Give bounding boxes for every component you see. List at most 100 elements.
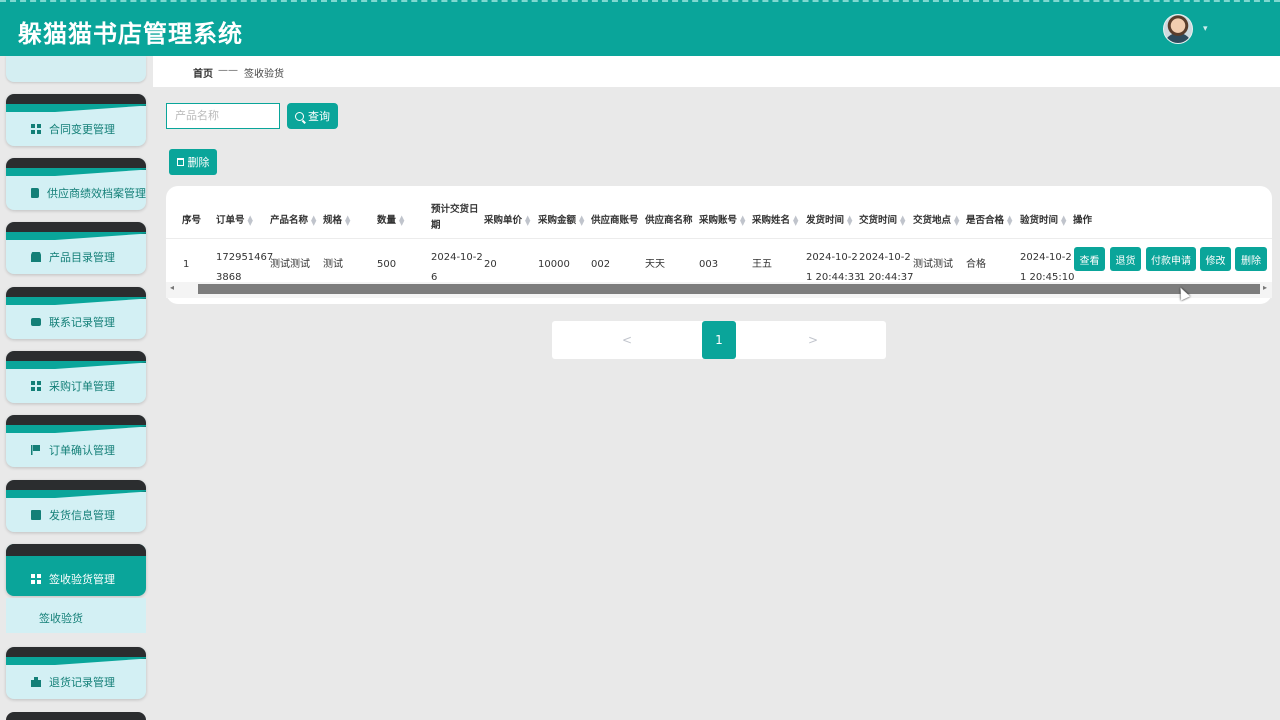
cell-purchase-account: 003 [699,259,719,270]
pagination: < 1 > [552,321,886,359]
sidebar-item-return-records[interactable]: 退货记录管理 [6,647,146,699]
page-number-active[interactable]: 1 [702,321,736,359]
sort-icon: ▲ ▼ [399,213,405,227]
user-avatar[interactable] [1163,14,1193,44]
sort-icon: ▲ ▼ [847,213,853,227]
sidebar-item-supplier-performance[interactable]: 供应商绩效档案管理 [6,158,146,210]
app-title: 躲猫猫书店管理系统 [18,20,243,48]
scrollbar-thumb[interactable] [198,284,1260,294]
chevron-down-icon[interactable]: ▾ [1203,24,1208,34]
column-header[interactable]: 采购单价 ▲ ▼ [484,212,530,226]
column-header[interactable]: 供应商账号 [591,212,639,226]
chart-icon [31,510,41,520]
return-button[interactable]: 退货 [1110,247,1141,271]
sidebar-item-label: 订单确认管理 [49,444,115,457]
sidebar-item-label: 发货信息管理 [49,509,115,522]
sidebar-item-label: 供应商绩效档案管理 [47,187,146,200]
column-header[interactable]: 供应商名称 [645,212,693,226]
column-header[interactable]: 验货时间 ▲ ▼ [1020,212,1066,226]
sidebar-item-contact-records[interactable]: 联系记录管理 [6,287,146,339]
breadcrumb-home[interactable]: 首页 [193,65,213,80]
sidebar-item-order-confirm[interactable]: 订单确认管理 [6,415,146,467]
next-page-button[interactable]: > [808,333,818,347]
edit-button[interactable]: 修改 [1200,247,1231,271]
cell-unit-price: 20 [484,259,497,270]
delete-button[interactable]: 删除 [1235,247,1267,271]
sidebar-item-label: 产品目录管理 [49,251,115,264]
flag-icon [31,445,41,455]
book-icon [31,188,39,198]
search-icon [295,111,304,121]
cell-supplier-name: 天天 [645,259,665,270]
cell-delivery-place: 测试测试 [913,259,953,270]
column-header[interactable]: 规格 ▲ ▼ [323,212,350,226]
prev-page-button[interactable]: < [622,333,632,347]
sidebar-item-label: 签收验货管理 [49,573,115,586]
sort-icon: ▲ ▼ [1061,213,1067,227]
sidebar-item-label: 采购订单管理 [49,380,115,393]
product-name-search-input[interactable] [166,103,280,129]
sort-icon: ▲ ▼ [740,213,746,227]
sort-icon: ▲ ▼ [954,213,960,227]
cell-supplier-account: 002 [591,259,611,270]
column-header[interactable]: 订单号 ▲ ▼ [216,212,253,226]
sidebar-item-partial[interactable] [6,56,146,82]
top-header: 躲猫猫书店管理系统 ▾ [0,0,1280,56]
sidebar-item-contract-change[interactable]: 合同变更管理 [6,94,146,146]
view-button[interactable]: 查看 [1074,247,1105,271]
column-header[interactable]: 采购金额 ▲ ▼ [538,212,584,226]
column-header[interactable]: 采购账号 ▲ ▼ [699,212,745,226]
payment-request-button[interactable]: 付款申请 [1146,247,1196,271]
breadcrumb: 首页 —— 签收验货 [153,56,1280,87]
column-header[interactable]: 发货时间 ▲ ▼ [806,212,852,226]
sidebar: 合同变更管理 供应商绩效档案管理 产品目录管理 联系记录管理 采购订单管理 订单… [0,56,153,720]
sort-icon: ▲ ▼ [345,213,351,227]
sort-icon: ▲ ▼ [793,213,799,227]
bag-icon [31,677,41,687]
sort-icon: ▲ ▼ [579,213,585,227]
batch-delete-button[interactable]: 删除 [169,149,217,175]
cell-amount: 10000 [538,259,570,270]
sidebar-item-label: 合同变更管理 [49,123,115,136]
submenu-item-receipt-inspection[interactable]: 签收验货 [6,598,146,633]
sidebar-item-label: 联系记录管理 [49,316,115,329]
column-header[interactable]: 采购姓名 ▲ ▼ [752,212,798,226]
sort-icon: ▲ ▼ [525,213,531,227]
sidebar-item-receipt-inspection[interactable]: 签收验货管理 [6,544,146,596]
cell-spec: 测试 [323,259,343,270]
data-table: 序号 订单号 ▲ ▼ 产品名称 ▲ ▼ 规格 ▲ ▼ 数量 ▲ ▼ 预计交货日期 采购单价 ▲ ▼ … [166,186,1272,304]
column-header[interactable]: 产品名称 ▲ ▼ [270,212,316,226]
column-header[interactable]: 交货时间 ▲ ▼ [859,212,905,226]
column-header[interactable]: 是否合格 ▲ ▼ [966,212,1012,226]
column-header[interactable]: 数量 ▲ ▼ [377,212,404,226]
column-header[interactable]: 交货地点 ▲ ▼ [913,212,959,226]
scroll-left-icon[interactable]: ◂ [170,283,174,292]
sidebar-item-label: 退货记录管理 [49,676,115,689]
grid-icon [31,381,41,391]
scroll-right-icon[interactable]: ▸ [1263,283,1267,292]
breadcrumb-separator: —— [218,65,238,76]
sidebar-item-shipping-info[interactable]: 发货信息管理 [6,480,146,532]
sort-icon: ▲ ▼ [1007,213,1013,227]
cell-index: 1 [183,259,190,270]
cell-product-name: 测试测试 [270,259,310,270]
column-header[interactable]: 预计交货日期 [431,202,479,234]
sort-icon: ▲ ▼ [311,213,317,227]
cell-qualified: 合格 [966,259,986,270]
column-header[interactable]: 序号 [182,212,201,226]
sidebar-item-partial[interactable] [6,712,146,720]
cell-purchaser-name: 王五 [752,259,772,270]
cell-quantity: 500 [377,259,397,270]
sidebar-item-product-catalog[interactable]: 产品目录管理 [6,222,146,274]
breadcrumb-current: 签收验货 [244,69,284,80]
sort-icon: ▲ ▼ [247,213,253,227]
sidebar-item-purchase-orders[interactable]: 采购订单管理 [6,351,146,403]
grid-icon [31,574,41,584]
chat-icon [31,318,41,326]
trash-icon [176,158,184,166]
sort-icon: ▲ ▼ [900,213,906,227]
search-button[interactable]: 查询 [287,103,338,129]
user-icon [31,252,41,262]
column-header: 操作 [1073,215,1093,226]
horizontal-scrollbar[interactable]: ◂ ▸ [166,282,1272,298]
